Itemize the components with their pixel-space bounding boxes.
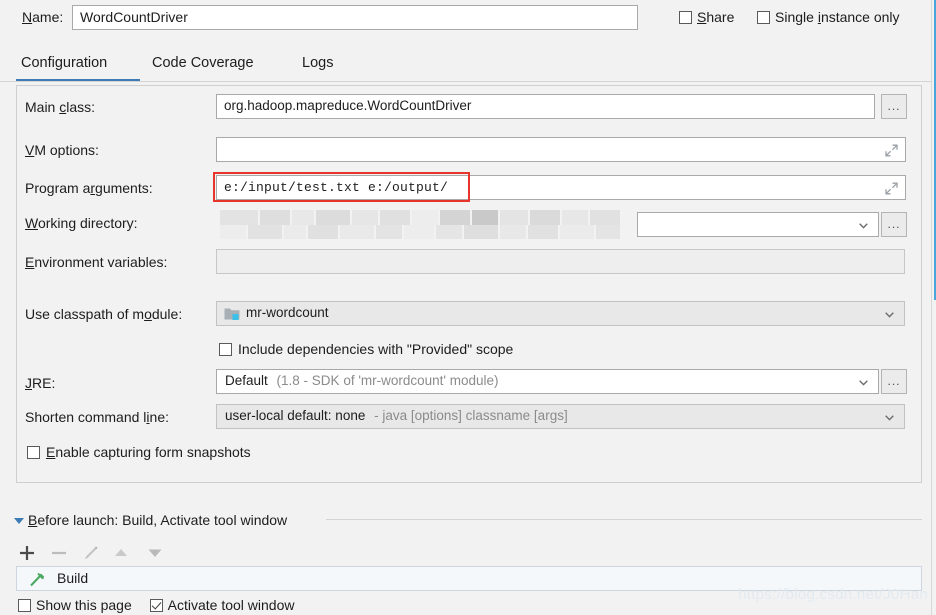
bottom-checkbox-row: Show this page Activate tool window bbox=[18, 597, 308, 613]
ellipsis-icon: ... bbox=[887, 374, 901, 388]
chevron-down-icon bbox=[885, 312, 894, 318]
watermark: https://blog.csdn.net/J0Han bbox=[738, 586, 928, 603]
expand-icon bbox=[885, 182, 898, 195]
working-directory-redacted-value bbox=[216, 208, 637, 240]
tab-bar-divider bbox=[0, 81, 936, 82]
use-classpath-label: Use classpath of module: bbox=[25, 306, 183, 322]
run-configuration-dialog: Name: WordCountDriver Share Single insta… bbox=[0, 0, 936, 615]
environment-variables-input[interactable] bbox=[216, 249, 905, 274]
enable-form-snapshots-checkbox[interactable]: Enable capturing form snapshots bbox=[27, 444, 251, 460]
working-directory-label: Working directory: bbox=[25, 215, 138, 231]
name-label: Name: bbox=[22, 9, 64, 25]
enable-form-snapshots-label: nable capturing form snapshots bbox=[55, 444, 251, 460]
program-arguments-expand-button[interactable] bbox=[878, 175, 906, 200]
expand-icon bbox=[885, 144, 898, 157]
main-class-browse-button[interactable]: ... bbox=[881, 94, 907, 119]
ellipsis-icon: ... bbox=[887, 99, 901, 113]
module-value: mr-wordcount bbox=[246, 305, 329, 320]
share-checkbox[interactable]: Share bbox=[679, 9, 734, 25]
main-class-label: Main class: bbox=[25, 99, 96, 115]
jre-value-hint: (1.8 - SDK of 'mr-wordcount' module) bbox=[276, 373, 499, 388]
tab-code-coverage[interactable]: Code Coverage bbox=[152, 47, 254, 80]
tab-bar: Configuration Code Coverage Logs bbox=[0, 47, 936, 82]
ellipsis-icon: ... bbox=[887, 217, 901, 231]
chevron-down-icon bbox=[885, 415, 894, 421]
add-icon[interactable] bbox=[14, 540, 40, 566]
jre-browse-button[interactable]: ... bbox=[881, 369, 907, 394]
working-directory-combo[interactable] bbox=[637, 212, 879, 237]
jre-combo[interactable]: Default (1.8 - SDK of 'mr-wordcount' mod… bbox=[216, 369, 879, 394]
module-combo[interactable]: mr-wordcount bbox=[216, 301, 905, 326]
shorten-command-line-value: user-local default: none bbox=[225, 408, 366, 423]
activate-tool-window-checkbox[interactable]: Activate tool window bbox=[149, 597, 295, 613]
tab-logs[interactable]: Logs bbox=[302, 47, 333, 80]
single-instance-label: nstance only bbox=[820, 9, 900, 25]
vm-options-label: VM options: bbox=[25, 142, 99, 158]
before-launch-divider bbox=[326, 519, 922, 520]
tab-configuration[interactable]: Configuration bbox=[21, 47, 107, 80]
name-input[interactable]: WordCountDriver bbox=[72, 5, 638, 30]
before-launch-header[interactable]: Before launch: Build, Activate tool wind… bbox=[14, 512, 287, 528]
single-instance-checkbox-box[interactable] bbox=[757, 11, 770, 24]
collapse-triangle-icon[interactable] bbox=[14, 518, 24, 524]
edit-pencil-icon bbox=[85, 546, 98, 559]
single-instance-checkbox[interactable]: Single instance only bbox=[757, 9, 900, 25]
activate-tool-window-box[interactable] bbox=[149, 599, 163, 612]
jre-value: Default bbox=[225, 373, 268, 388]
move-down-icon bbox=[148, 549, 162, 557]
shorten-command-line-combo[interactable]: user-local default: none - java [options… bbox=[216, 404, 905, 429]
program-arguments-label: Program arguments: bbox=[25, 180, 153, 196]
module-folder-icon bbox=[224, 308, 240, 320]
share-label: hare bbox=[706, 9, 735, 25]
show-this-page-checkbox[interactable]: Show this page bbox=[18, 597, 132, 613]
name-row: Name: WordCountDriver Share Single insta… bbox=[0, 0, 936, 36]
include-provided-scope-checkbox[interactable]: Include dependencies with "Provided" sco… bbox=[219, 341, 513, 357]
before-launch-header-label: efore launch: Build, Activate tool windo… bbox=[37, 512, 288, 528]
program-arguments-input[interactable]: e:/input/test.txt e:/output/ bbox=[216, 175, 878, 200]
chevron-down-icon bbox=[859, 380, 868, 386]
environment-variables-label: Environment variables: bbox=[25, 254, 168, 270]
enable-form-snapshots-box[interactable] bbox=[27, 446, 40, 459]
vm-options-input[interactable] bbox=[216, 137, 878, 162]
include-provided-scope-box[interactable] bbox=[219, 343, 232, 356]
shorten-command-line-hint: - java [options] classname [args] bbox=[374, 408, 568, 423]
before-launch-item-label: Build bbox=[57, 570, 89, 586]
configuration-panel: Main class: org.hadoop.mapreduce.WordCou… bbox=[16, 85, 922, 483]
working-directory-browse-button[interactable]: ... bbox=[881, 212, 907, 237]
include-provided-scope-label: Include dependencies with "Provided" sco… bbox=[238, 341, 514, 357]
vm-options-expand-button[interactable] bbox=[878, 137, 906, 162]
share-checkbox-box[interactable] bbox=[679, 11, 692, 24]
activate-tool-window-label: Activate tool window bbox=[167, 597, 295, 613]
chevron-down-icon bbox=[859, 223, 868, 229]
shorten-command-line-label: Shorten command line: bbox=[25, 409, 169, 425]
remove-icon bbox=[52, 551, 66, 555]
show-this-page-box[interactable] bbox=[18, 599, 31, 612]
main-class-input[interactable]: org.hadoop.mapreduce.WordCountDriver bbox=[216, 94, 875, 119]
move-up-icon bbox=[115, 549, 127, 556]
build-hammer-icon bbox=[30, 572, 45, 587]
jre-label: JRE: bbox=[25, 375, 56, 391]
show-this-page-label: Show this page bbox=[36, 597, 132, 613]
